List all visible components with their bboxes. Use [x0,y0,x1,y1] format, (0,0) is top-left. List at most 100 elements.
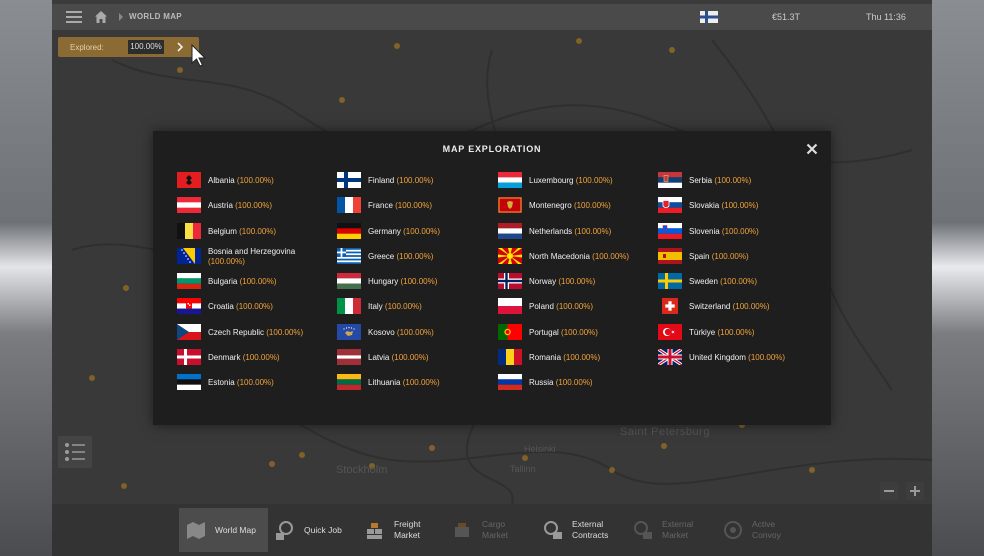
home-icon[interactable] [94,10,108,24]
estonia-flag-icon [177,374,201,391]
country-row: United Kingdom (100.00%) [634,349,794,374]
chevron-right-icon[interactable] [176,42,184,52]
country-label: Montenegro (100.00%) [529,201,611,211]
tab-cargo-market[interactable]: Cargo Market [452,508,534,552]
menu-icon[interactable] [66,11,82,23]
map-label-tallinn: Tallinn [510,464,536,474]
country-percent: (100.00%) [400,277,438,287]
bulgaria-flag-icon [177,273,201,290]
world-map-icon [187,522,205,539]
country-row: Croatia (100.00%) [153,298,313,323]
country-name: Montenegro [529,201,572,211]
world-map-screen: Saint Petersburg Stockholm Helsinki Tall… [0,0,984,556]
zoom-in-button[interactable] [906,482,924,500]
country-row: Kosovo (100.00%) [313,323,473,349]
zoom-out-button[interactable] [880,482,898,500]
country-row: Lithuania (100.00%) [313,374,473,399]
country-percent: (100.00%) [592,251,630,261]
country-percent: (100.00%) [732,302,770,312]
country-column-2: Finland (100.00%) France (100.00%) Germany… [313,172,473,400]
country-name: Albania [208,176,235,185]
country-label: Croatia (100.00%) [208,302,273,312]
lithuania-flag-icon [337,374,361,391]
tab-freight-market[interactable]: Freight Market [364,508,444,552]
country-percent: (100.00%) [573,201,611,211]
greece-flag-icon [337,247,361,264]
country-name: Hungary [368,277,399,287]
country-label: Netherlands (100.00%) [529,227,611,237]
country-label: Norway (100.00%) [529,277,595,287]
country-label: Spain (100.00%) [689,252,749,262]
country-percent: (100.00%) [561,327,598,337]
country-percent: (100.00%) [236,176,274,185]
croatia-flag-icon [177,298,201,315]
macedonia-flag-icon [498,247,522,264]
turkiye-flag-icon [658,323,682,340]
country-percent: (100.00%) [575,176,613,185]
external-market-icon [634,521,652,539]
tab-external-contracts[interactable]: External Contracts [542,508,632,552]
country-label: Belgium (100.00%) [208,227,276,237]
tab-external-market[interactable]: External Market [632,508,722,552]
country-percent: (100.00%) [721,226,759,236]
close-icon[interactable] [806,143,818,155]
country-row: Luxembourg (100.00%) [474,172,634,197]
country-row: Slovenia (100.00%) [634,222,794,248]
country-label: Hungary (100.00%) [368,277,437,287]
country-row: Latvia (100.00%) [313,349,473,374]
external-contracts-icon [544,521,562,539]
poland-flag-icon [498,298,522,315]
map-exploration-dialog: MAP EXPLORATION Albania (100.00%) Austria… [153,131,831,425]
country-name: Czech Republic [208,327,265,337]
country-label: Slovakia (100.00%) [689,201,758,211]
country-row: Bosnia and Herzegovina (100.00%) [153,246,313,273]
tab-world-map[interactable]: World Map [179,508,268,552]
country-name: Bosnia and Herzegovina [208,246,296,256]
country-percent: (100.00%) [711,251,749,261]
country-label: Türkiye (100.00%) [689,328,754,338]
country-name: Poland [529,302,554,312]
country-name: Russia [529,378,554,388]
country-percent: (100.00%) [236,378,274,388]
tab-quick-job[interactable]: Quick Job [274,508,354,552]
sweden-flag-icon [658,273,682,290]
country-row: Bulgaria (100.00%) [153,273,313,298]
country-label: Estonia (100.00%) [208,378,274,388]
country-label: Latvia (100.00%) [368,353,429,363]
map-label-stockholm: Stockholm [336,464,388,476]
country-row: France (100.00%) [313,197,473,222]
country-row: Belgium (100.00%) [153,222,313,248]
finland-flag-icon[interactable] [700,11,718,23]
country-row: Greece (100.00%) [313,247,473,273]
explored-panel[interactable]: Explored: 100.00% [58,37,199,57]
country-name: Germany [368,226,401,236]
country-label: Denmark (100.00%) [208,353,280,363]
country-name: Slovenia [689,226,720,236]
denmark-flag-icon [177,349,201,366]
country-name: Serbia [689,176,713,185]
country-label: Kosovo (100.00%) [368,328,434,338]
country-name: Romania [529,353,562,363]
country-row: Spain (100.00%) [634,247,794,273]
active-convoy-icon [724,521,742,539]
country-label: Russia (100.00%) [529,378,593,388]
tab-active-convoy[interactable]: Active Convoy [722,508,812,552]
country-name: Switzerland [689,302,731,312]
italy-flag-icon [337,298,361,315]
country-percent: (100.00%) [555,378,593,388]
map-filter-button[interactable] [58,436,92,468]
country-row: Finland (100.00%) [313,172,473,197]
country-label: Luxembourg (100.00%) [529,176,613,186]
country-row: Czech Republic (100.00%) [153,323,313,349]
finland-flag-icon [337,172,361,188]
country-label: Bulgaria (100.00%) [208,277,277,287]
quick-job-icon [276,521,293,540]
country-percent: (100.00%) [239,226,277,236]
slovenia-flag-icon [658,222,682,239]
left-background-edge [0,0,52,556]
country-name: Italy [368,302,383,312]
montenegro-flag-icon [498,197,522,214]
country-row: Montenegro (100.00%) [474,197,634,222]
country-name: Portugal [529,327,559,337]
country-name: Sweden [689,277,718,287]
